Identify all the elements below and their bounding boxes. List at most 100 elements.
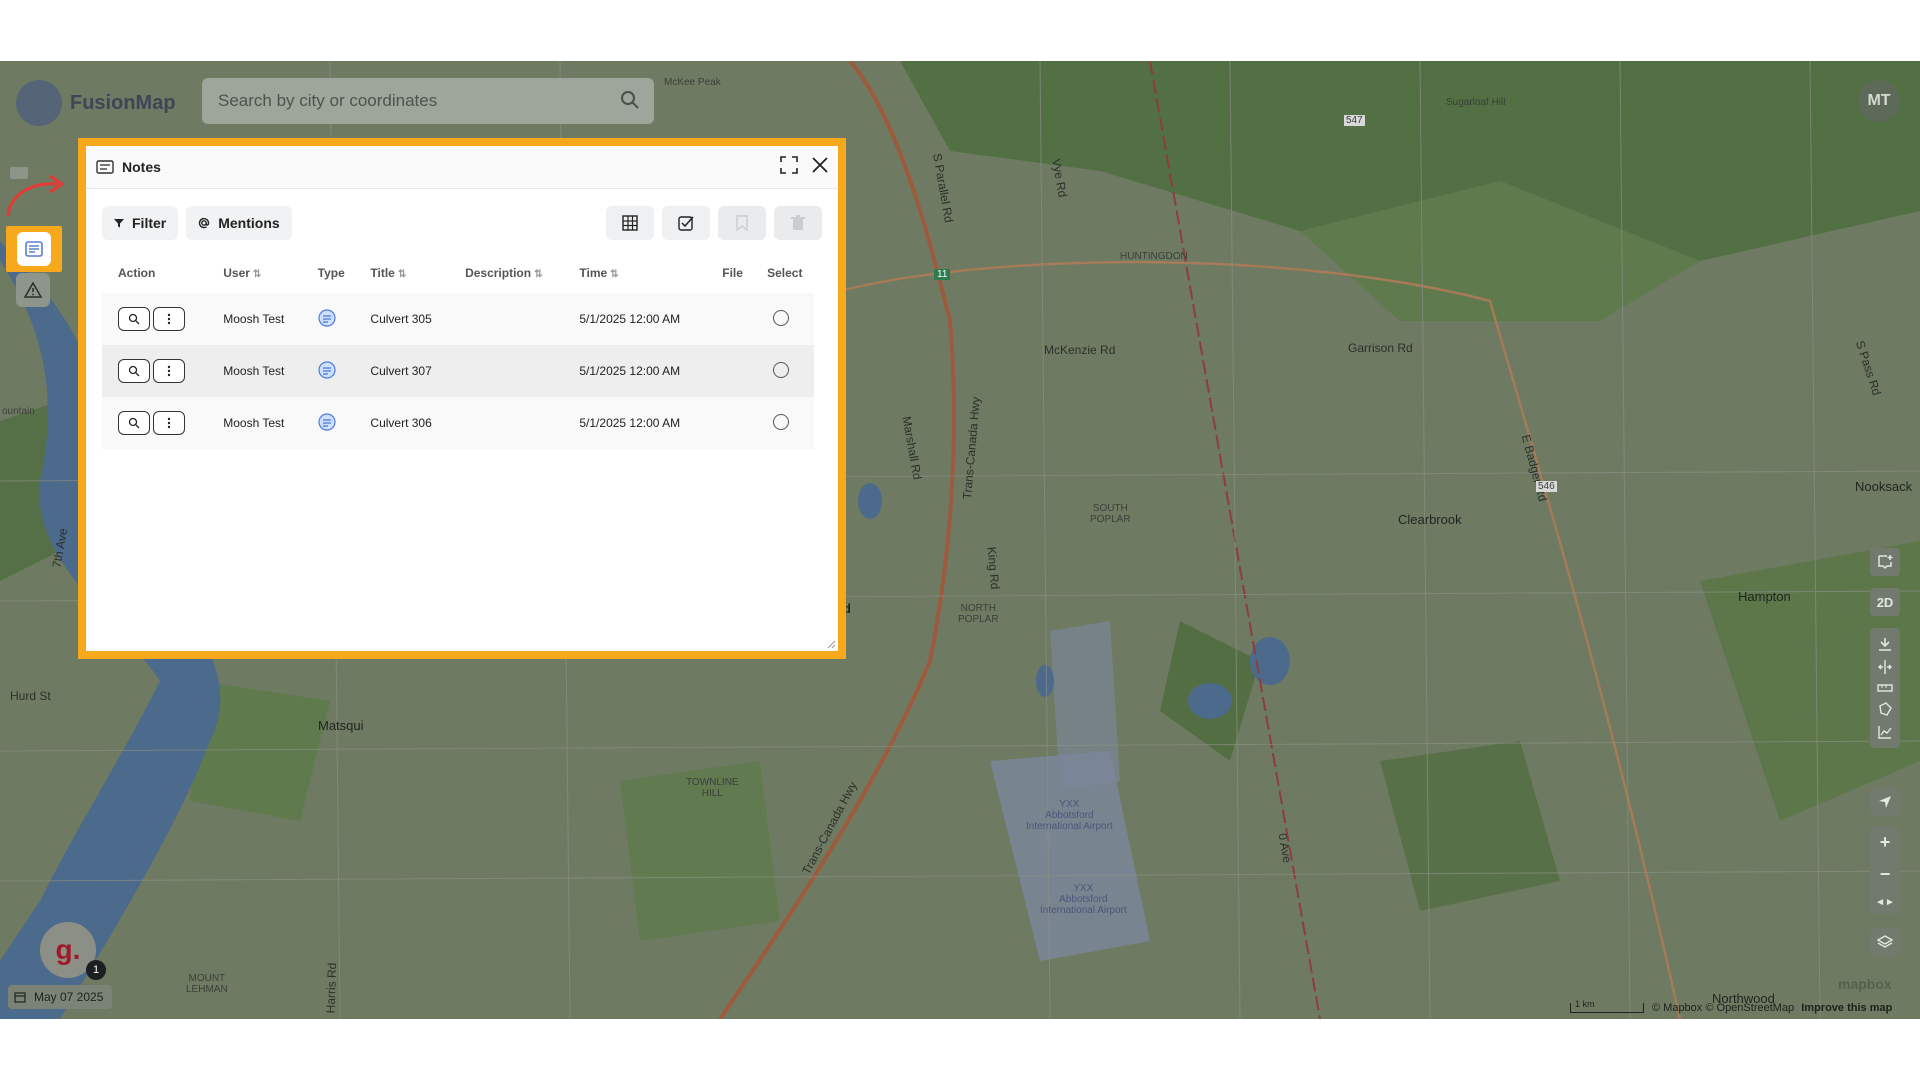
map-label: Harris Rd [323, 962, 340, 1014]
locate-button[interactable] [1870, 788, 1900, 816]
alerts-rail-button[interactable] [16, 273, 50, 307]
col-description[interactable]: Description ⇅ [449, 253, 563, 293]
notes-panel-header: Notes [86, 146, 838, 189]
split-icon[interactable] [1878, 659, 1892, 674]
ruler-icon[interactable] [1877, 683, 1893, 693]
improve-map-link[interactable]: Improve this map [1801, 1002, 1892, 1014]
bookmark-button[interactable] [718, 206, 766, 240]
filter-button[interactable]: Filter [102, 206, 179, 240]
col-select: Select [767, 266, 803, 280]
note-icon [318, 360, 336, 379]
table-view-button[interactable] [606, 206, 654, 240]
view-mode-toggle[interactable]: 2D [1870, 588, 1900, 616]
more-vertical-icon [167, 313, 171, 325]
row-file [706, 345, 751, 397]
search-icon[interactable] [620, 90, 640, 115]
zoom-in-icon[interactable]: + [1880, 832, 1891, 853]
row-user: Moosh Test [223, 416, 285, 430]
select-all-button[interactable] [662, 206, 710, 240]
more-options-button[interactable] [153, 307, 185, 331]
row-actions [102, 397, 207, 449]
scale-label: 1 km [1575, 999, 1595, 1009]
row-user: Moosh Test [223, 312, 285, 326]
mentions-button[interactable]: Mentions [186, 206, 292, 240]
col-user-label: User [223, 266, 250, 280]
col-user[interactable]: User ⇅ [207, 253, 301, 293]
polygon-icon[interactable] [1878, 702, 1892, 717]
zoom-controls: + − ◄► [1870, 826, 1900, 914]
delete-button[interactable] [774, 206, 822, 240]
row-select [751, 345, 814, 397]
search-icon [128, 417, 140, 429]
row-actions [102, 345, 207, 397]
resize-handle-icon[interactable] [826, 639, 836, 649]
measure-tools-group [1870, 628, 1900, 748]
row-type [302, 293, 355, 345]
row-type [302, 345, 355, 397]
maximize-icon[interactable] [780, 155, 798, 179]
filter-icon [114, 219, 124, 228]
row-file [706, 397, 751, 449]
assistant-g-icon: g. [55, 934, 81, 965]
zoom-out-icon[interactable]: − [1880, 864, 1891, 885]
select-radio[interactable] [773, 413, 790, 430]
at-icon [199, 217, 210, 229]
map-label: ountain [2, 406, 35, 417]
zoom-to-button[interactable] [118, 411, 150, 435]
map-label: McKenzie Rd [1044, 343, 1116, 357]
col-title[interactable]: Title ⇅ [354, 253, 449, 293]
zoom-to-button[interactable] [118, 307, 150, 331]
more-vertical-icon [167, 365, 171, 377]
search-input[interactable] [202, 90, 600, 112]
add-feature-button[interactable] [1870, 548, 1900, 576]
table-row[interactable]: Moosh Test Culvert 306 5/1/2025 12:00 AM [102, 397, 814, 449]
table-row[interactable]: Moosh Test Culvert 305 5/1/2025 12:00 AM [102, 293, 814, 345]
col-title-label: Title [370, 266, 395, 280]
more-vertical-icon [167, 417, 171, 429]
attribution-text: © Mapbox © OpenStreetMap [1652, 1002, 1795, 1014]
elevation-icon[interactable] [1878, 725, 1892, 740]
more-options-button[interactable] [153, 411, 185, 435]
row-time: 5/1/2025 12:00 AM [579, 416, 681, 430]
row-title: Culvert 306 [370, 416, 432, 430]
note-icon [318, 308, 336, 327]
col-time-label: Time [579, 266, 608, 280]
close-icon[interactable] [812, 156, 828, 178]
notes-panel: Notes Filter Mentions Action User ⇅ Type… [78, 138, 846, 659]
row-time: 5/1/2025 12:00 AM [579, 364, 681, 378]
download-icon[interactable] [1878, 637, 1892, 651]
map-label: SOUTH POPLAR [1090, 503, 1131, 525]
map-label: YXX Abbotsford International Airport [1040, 883, 1127, 916]
more-options-button[interactable] [153, 359, 185, 383]
notes-rail-button[interactable] [6, 226, 62, 272]
date-picker[interactable]: May 07 2025 [8, 985, 112, 1009]
col-time[interactable]: Time ⇅ [563, 253, 706, 293]
row-description [449, 345, 563, 397]
search-icon [128, 313, 140, 325]
mapbox-logo: mapbox [1838, 976, 1892, 992]
map-label: MOUNT LEHMAN [186, 973, 228, 995]
map-label: Hurd St [10, 689, 51, 703]
app-logo[interactable]: FusionMap [16, 80, 176, 126]
compass-icon[interactable]: ◄► [1875, 897, 1895, 908]
checkbox-icon [678, 216, 694, 231]
search-bar[interactable] [202, 78, 654, 124]
row-select [751, 293, 814, 345]
calendar-icon [14, 992, 26, 1003]
map-label: HUNTINGDON [1120, 251, 1188, 262]
layers-button[interactable] [1870, 928, 1900, 956]
user-avatar[interactable]: MT [1858, 80, 1900, 122]
row-title: Culvert 305 [370, 312, 432, 326]
mentions-label: Mentions [218, 215, 280, 231]
sort-icon[interactable]: ⇅ [534, 269, 542, 280]
sort-icon[interactable]: ⇅ [610, 269, 618, 280]
select-radio[interactable] [773, 361, 790, 378]
route-shield: 11 [934, 269, 951, 280]
sort-icon[interactable]: ⇅ [253, 269, 261, 280]
table-row[interactable]: Moosh Test Culvert 307 5/1/2025 12:00 AM [102, 345, 814, 397]
filter-label: Filter [132, 215, 167, 231]
zoom-to-button[interactable] [118, 359, 150, 383]
map-label: Nooksack [1855, 479, 1913, 494]
sort-icon[interactable]: ⇅ [398, 269, 406, 280]
select-radio[interactable] [773, 309, 790, 326]
